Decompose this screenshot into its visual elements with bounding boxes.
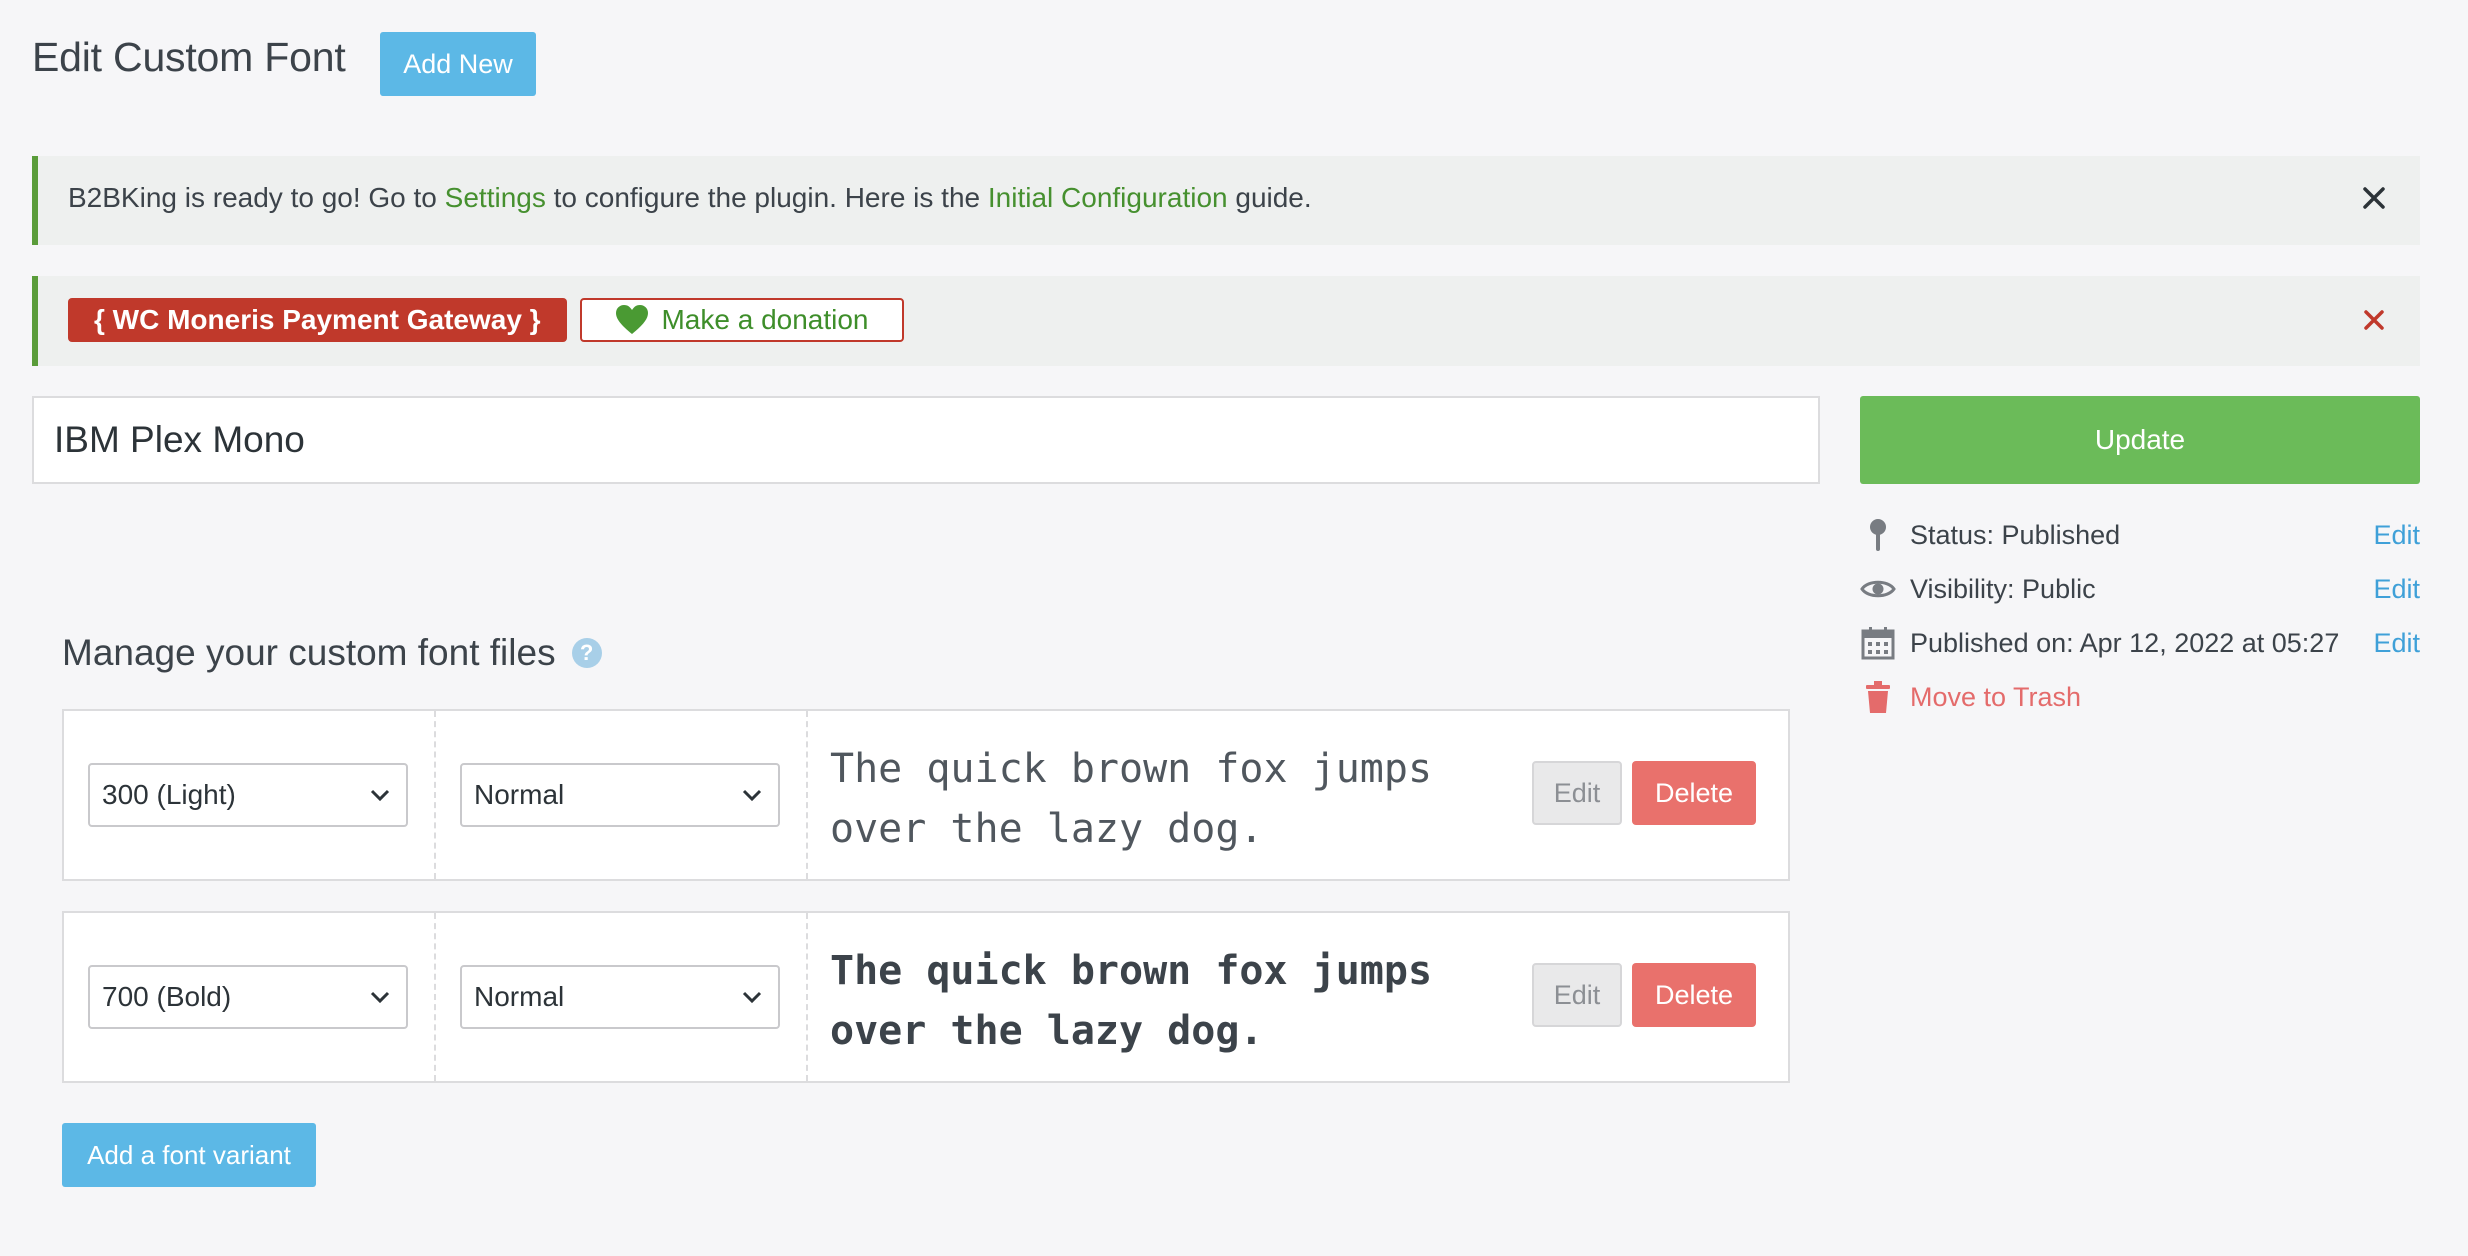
help-icon[interactable]: ?	[571, 638, 602, 668]
notice-message: B2BKing is ready to go! Go to Settings t…	[68, 182, 1312, 214]
published-edit-link[interactable]: Edit	[2373, 628, 2420, 659]
add-font-variant-button[interactable]: Add a font variant	[62, 1123, 316, 1187]
notice-text-after: guide.	[1227, 182, 1312, 213]
font-title-input[interactable]: IBM Plex Mono	[32, 396, 1820, 484]
cell-divider	[434, 711, 436, 879]
edit-variant-button[interactable]: Edit	[1532, 963, 1622, 1027]
published-row: Published on: Apr 12, 2022 at 05:27 Edit	[1860, 623, 2420, 663]
cell-divider	[434, 913, 436, 1081]
chevron-down-icon	[742, 789, 762, 802]
font-preview: The quick brown fox jumps over the lazy …	[830, 941, 1470, 1061]
notice-text-before: B2BKing is ready to go! Go to	[68, 182, 445, 213]
update-button[interactable]: Update	[1860, 396, 2420, 484]
preview-line: over the lazy dog.	[830, 806, 1264, 852]
visibility-edit-link[interactable]: Edit	[2373, 574, 2420, 605]
trash-icon	[1860, 679, 1896, 715]
donation-label: Make a donation	[661, 304, 869, 335]
visibility-text: Visibility: Public	[1910, 573, 2096, 604]
font-style-select[interactable]: Normal	[460, 965, 780, 1029]
cell-divider	[806, 913, 808, 1081]
dismiss-moneris-button[interactable]	[2354, 300, 2394, 340]
font-weight-select[interactable]: 700 (Bold)	[88, 965, 408, 1029]
visibility-row: Visibility: Public Edit	[1860, 569, 2420, 609]
edit-variant-button[interactable]: Edit	[1532, 761, 1622, 825]
chevron-down-icon	[742, 991, 762, 1004]
delete-variant-button[interactable]: Delete	[1632, 761, 1756, 825]
manage-section-title: Manage your custom font files ?	[62, 632, 602, 674]
eye-icon	[1860, 571, 1896, 607]
b2bking-notice: B2BKing is ready to go! Go to Settings t…	[32, 156, 2420, 245]
font-style-select[interactable]: Normal	[460, 763, 780, 827]
manage-title-text: Manage your custom font files	[62, 632, 556, 673]
close-icon	[2364, 310, 2384, 330]
calendar-icon	[1860, 625, 1896, 661]
settings-link[interactable]: Settings	[445, 182, 546, 213]
font-weight-select[interactable]: 300 (Light)	[88, 763, 408, 827]
chevron-down-icon	[370, 991, 390, 1004]
font-weight-value: 300 (Light)	[102, 779, 236, 810]
close-icon	[2363, 187, 2385, 209]
status-edit-link[interactable]: Edit	[2373, 520, 2420, 551]
dismiss-notice-button[interactable]	[2354, 178, 2394, 218]
make-donation-button[interactable]: Make a donation	[580, 298, 904, 342]
delete-variant-button[interactable]: Delete	[1632, 963, 1756, 1027]
page-title: Edit Custom Font	[32, 34, 346, 80]
preview-line: over the lazy dog.	[830, 1008, 1264, 1054]
initial-configuration-link[interactable]: Initial Configuration	[988, 182, 1228, 213]
pin-icon	[1860, 517, 1896, 553]
font-variant-row: 700 (Bold) Normal The quick brown fox ju…	[62, 911, 1790, 1083]
font-style-value: Normal	[474, 779, 565, 810]
preview-line: The quick brown fox jumps	[830, 746, 1433, 792]
font-weight-value: 700 (Bold)	[102, 981, 232, 1012]
cell-divider	[806, 711, 808, 879]
move-to-trash-link[interactable]: Move to Trash	[1910, 682, 2420, 713]
status-row: Status: Published Edit	[1860, 515, 2420, 555]
status-text: Status: Published	[1910, 519, 2121, 550]
preview-line: The quick brown fox jumps	[830, 948, 1433, 994]
moneris-badge: { WC Moneris Payment Gateway }	[68, 298, 567, 342]
published-text: Published on: Apr 12, 2022 at 05:27	[1910, 627, 2340, 658]
font-preview: The quick brown fox jumps over the lazy …	[830, 739, 1470, 859]
font-style-value: Normal	[474, 981, 565, 1012]
heart-icon	[616, 305, 649, 334]
trash-row[interactable]: Move to Trash	[1860, 677, 2420, 717]
moneris-notice: { WC Moneris Payment Gateway } Make a do…	[32, 276, 2420, 366]
chevron-down-icon	[370, 789, 390, 802]
notice-text-middle: to configure the plugin. Here is the	[545, 182, 988, 213]
add-new-button[interactable]: Add New	[380, 32, 536, 96]
font-variant-row: 300 (Light) Normal The quick brown fox j…	[62, 709, 1790, 881]
